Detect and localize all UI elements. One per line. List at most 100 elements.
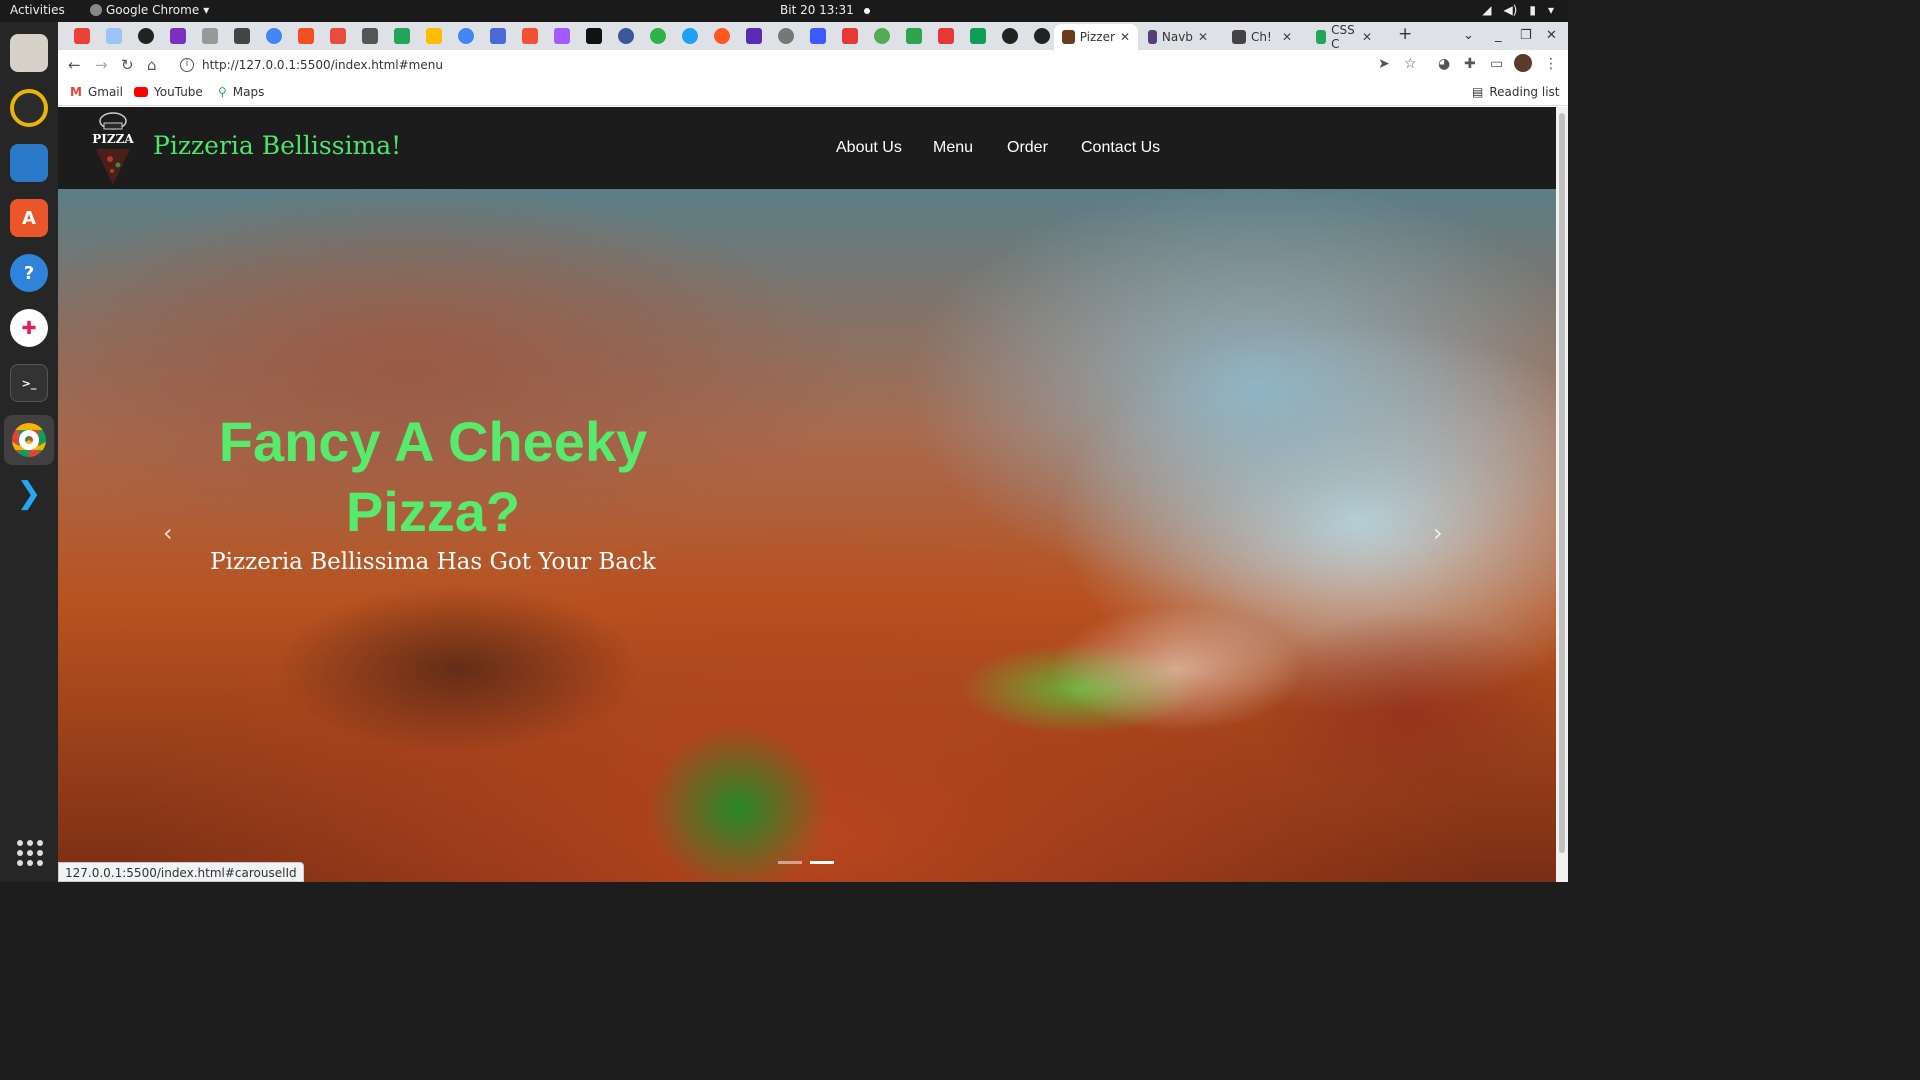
blue-tab-icon[interactable] (682, 28, 698, 44)
slack-icon[interactable]: ✚ (10, 309, 48, 347)
nav-about-us[interactable]: About Us (836, 139, 902, 157)
minimize-button[interactable]: _ (1495, 28, 1502, 43)
green-tab-icon[interactable] (906, 28, 922, 44)
home-icon[interactable]: ⌂ (147, 56, 157, 74)
system-tray[interactable]: ◢ ◀) ▮ ▾ (1482, 3, 1554, 17)
tab-ch[interactable]: Ch! ✕ (1224, 24, 1300, 50)
bootstrap-tab-icon[interactable] (170, 28, 186, 44)
microsoft-tab-icon[interactable] (298, 28, 314, 44)
carousel-indicators (778, 861, 834, 864)
z-tab-icon[interactable] (650, 28, 666, 44)
terminal-tab-icon[interactable] (586, 28, 602, 44)
tab-pizzeria[interactable]: Pizzer ✕ (1054, 24, 1138, 50)
software-icon[interactable]: A (10, 199, 48, 237)
carousel-next-icon[interactable]: › (1433, 519, 1443, 547)
close-tab-icon[interactable]: ✕ (1198, 30, 1208, 44)
puzzle-icon[interactable]: ✚ (1464, 56, 1476, 72)
rhythmbox-icon[interactable] (10, 89, 48, 127)
tab-navbar[interactable]: Navb ✕ (1140, 24, 1216, 50)
heart-tab-icon[interactable] (106, 28, 122, 44)
gray-tab-icon[interactable] (778, 28, 794, 44)
shield-tab-icon[interactable] (362, 28, 378, 44)
close-tab-icon[interactable]: ✕ (1282, 30, 1292, 44)
avatar[interactable] (1514, 54, 1532, 72)
circle-tab-icon[interactable] (874, 28, 890, 44)
globe-tab-icon[interactable] (618, 28, 634, 44)
gmail-tab-icon[interactable] (74, 28, 90, 44)
github-tab-icon[interactable] (1034, 28, 1050, 44)
docs-tab-icon[interactable] (490, 28, 506, 44)
bookmarks-bar: M Gmail YouTube ⚲ Maps ▤ Reading list (58, 80, 1568, 106)
j-tab-icon[interactable] (810, 28, 826, 44)
bookmark-gmail[interactable]: M Gmail (70, 85, 123, 99)
orange-tab-icon[interactable] (714, 28, 730, 44)
reading-list-icon: ▤ (1472, 85, 1484, 99)
x-tab-icon[interactable] (842, 28, 858, 44)
gmail-icon: M (70, 85, 82, 99)
nav-contact-us[interactable]: Contact Us (1081, 139, 1160, 157)
close-window-button[interactable]: ✕ (1546, 28, 1557, 43)
bookmark-youtube[interactable]: YouTube (134, 85, 203, 99)
chevron-down-icon: ▾ (1547, 3, 1554, 17)
nav-order[interactable]: Order (1007, 139, 1048, 157)
activities-button[interactable]: Activities (10, 3, 65, 17)
bookmark-label: YouTube (154, 85, 203, 99)
help-icon[interactable]: ? (10, 254, 48, 292)
github-tab-icon[interactable] (1002, 28, 1018, 44)
extension-color-icon[interactable]: ◕ (1438, 56, 1450, 72)
send-icon[interactable]: ➤ (1378, 56, 1390, 72)
carousel-indicator-active[interactable] (810, 861, 834, 864)
chrome-icon[interactable] (4, 415, 54, 465)
show-apps-icon[interactable] (17, 840, 43, 866)
tab-css[interactable]: CSS C ✕ (1308, 23, 1380, 51)
bookmark-maps[interactable]: ⚲ Maps (218, 85, 264, 99)
address-bar[interactable]: i http://127.0.0.1:5500/index.html#menu (170, 53, 1410, 77)
figma-tab-icon[interactable] (554, 28, 570, 44)
hero-carousel: Fancy A Cheeky Pizza? Pizzeria Bellissim… (58, 189, 1556, 882)
kebab-menu-icon[interactable]: ⋮ (1544, 56, 1558, 72)
page-scrollbar[interactable] (1556, 107, 1568, 882)
carousel-prev-icon[interactable]: ‹ (163, 519, 173, 547)
brand-name[interactable]: Pizzeria Bellissima! (153, 131, 401, 160)
carousel-indicator[interactable] (778, 861, 802, 864)
github-tab-icon[interactable] (138, 28, 154, 44)
new-tab-button[interactable]: + (1398, 24, 1412, 44)
reload-icon[interactable]: ↻ (121, 56, 134, 74)
close-tab-icon[interactable]: ✕ (1362, 30, 1372, 44)
info-icon[interactable]: i (180, 58, 194, 72)
w-tab-icon[interactable] (394, 28, 410, 44)
pizza-logo[interactable]: PIZZA (88, 109, 138, 187)
tab-search-icon[interactable]: ⌄ (1463, 28, 1474, 43)
drive-tab-icon[interactable] (426, 28, 442, 44)
terminal-icon[interactable]: >_ (10, 364, 48, 402)
purple-tab-icon[interactable] (746, 28, 762, 44)
db-tab-icon[interactable] (234, 28, 250, 44)
forward-icon[interactable]: → (95, 56, 108, 74)
files-icon[interactable] (10, 34, 48, 72)
tree-tab-icon[interactable] (202, 28, 218, 44)
restore-button[interactable]: ❐ (1520, 28, 1532, 43)
nav-menu[interactable]: Menu (933, 139, 973, 157)
google-tab-icon[interactable] (458, 28, 474, 44)
git-tab-icon[interactable] (522, 28, 538, 44)
writer-icon[interactable] (10, 144, 48, 182)
back-icon[interactable]: ← (68, 56, 81, 74)
bookmark-label: Gmail (87, 85, 123, 99)
cast-icon[interactable]: ▭ (1490, 56, 1503, 72)
sheets-tab-icon[interactable] (970, 28, 986, 44)
pizza-tab-icon (1062, 30, 1075, 44)
star-icon[interactable]: ☆ (1404, 56, 1417, 72)
k-tab-icon[interactable] (938, 28, 954, 44)
clock[interactable]: Bit 20 13:31 (780, 3, 870, 17)
hero-title: Fancy A Cheeky Pizza? (218, 410, 648, 543)
scrollbar-thumb[interactable] (1559, 113, 1565, 853)
app-menu[interactable]: Google Chrome ▾ (90, 3, 209, 17)
vscode-icon[interactable]: ❯ (10, 474, 48, 512)
maps-pin-icon: ⚲ (218, 85, 227, 99)
red-tab-icon[interactable] (330, 28, 346, 44)
svg-text:PIZZA: PIZZA (92, 132, 134, 146)
tab-label: Pizzer (1079, 30, 1115, 44)
reading-list-button[interactable]: ▤ Reading list (1472, 85, 1560, 99)
close-tab-icon[interactable]: ✕ (1120, 30, 1130, 44)
google-tab-icon[interactable] (266, 28, 282, 44)
